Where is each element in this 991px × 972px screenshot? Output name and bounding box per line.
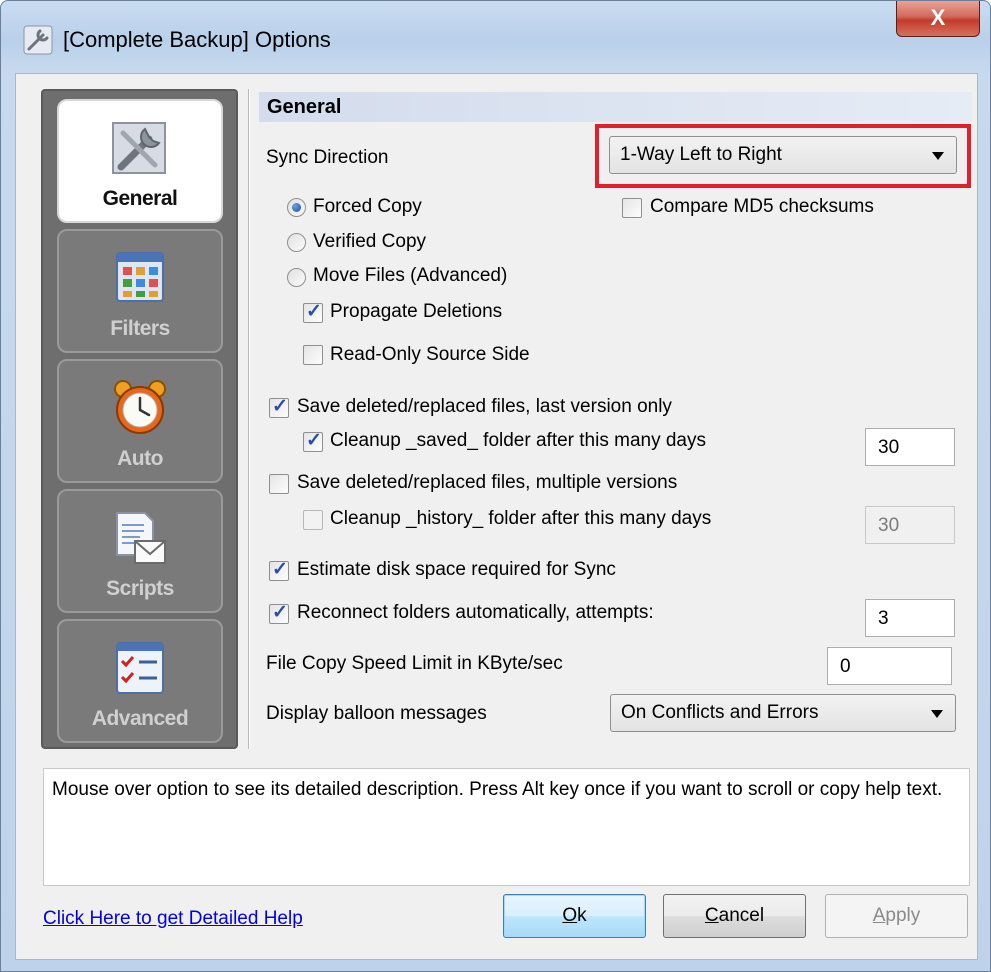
compare-md5-checkbox[interactable] <box>622 198 642 218</box>
reconnect-attempts-input[interactable]: 3 <box>865 599 955 637</box>
nav-item-label: Auto <box>117 447 163 470</box>
nav-item-label: Advanced <box>91 707 189 730</box>
nav-item-label: Scripts <box>106 577 174 600</box>
ok-button[interactable]: Ok <box>503 894 646 938</box>
cancel-label: ancel <box>718 905 765 926</box>
speed-limit-input[interactable]: 0 <box>827 647 952 685</box>
window-title: [Complete Backup] Options <box>63 27 331 52</box>
nav-item-advanced[interactable]: Advanced <box>57 619 223 743</box>
ok-label: k <box>577 905 587 926</box>
nav-divider <box>248 89 250 749</box>
verified-copy-label[interactable]: Verified Copy <box>313 231 426 253</box>
move-files-label[interactable]: Move Files (Advanced) <box>313 265 507 287</box>
chevron-down-icon <box>931 710 943 718</box>
nav-item-auto[interactable]: Auto <box>57 359 223 483</box>
forced-copy-radio[interactable] <box>287 198 306 217</box>
apply-label: pply <box>885 905 921 926</box>
filters-grid-icon <box>116 252 164 302</box>
propagate-deletions-checkbox[interactable] <box>303 300 323 323</box>
checklist-icon <box>116 642 164 694</box>
save-last-version-checkbox[interactable] <box>269 395 289 418</box>
cancel-mnemonic: C <box>704 905 719 926</box>
speed-limit-label: File Copy Speed Limit in KByte/sec <box>266 653 563 674</box>
cleanup-history-label[interactable]: Cleanup _history_ folder after this many… <box>330 508 711 530</box>
propagate-deletions-label[interactable]: Propagate Deletions <box>330 301 502 323</box>
cleanup-history-checkbox[interactable] <box>303 510 323 530</box>
close-button[interactable]: X <box>896 1 980 37</box>
cancel-button[interactable]: Cancel <box>663 894 806 938</box>
cleanup-saved-checkbox[interactable] <box>303 429 323 452</box>
apply-mnemonic: A <box>872 905 886 926</box>
balloon-messages-value: On Conflicts and Errors <box>621 702 819 723</box>
cleanup-saved-label[interactable]: Cleanup _saved_ folder after this many d… <box>330 430 706 452</box>
category-nav: General Filters Auto Scripts Advanced <box>41 89 238 749</box>
balloon-messages-label: Display balloon messages <box>266 703 487 724</box>
nav-item-general[interactable]: General <box>57 99 223 223</box>
nav-item-label: General <box>102 187 178 210</box>
section-header-general: General <box>259 92 972 122</box>
save-multiple-versions-checkbox[interactable] <box>269 474 289 494</box>
estimate-disk-space-checkbox[interactable] <box>269 558 289 581</box>
tools-icon <box>112 122 166 174</box>
nav-item-filters[interactable]: Filters <box>57 229 223 353</box>
tools-icon <box>23 25 53 55</box>
sync-direction-dropdown[interactable]: 1-Way Left to Right <box>609 136 957 174</box>
options-window: [Complete Backup] Options X General Filt… <box>0 0 991 972</box>
forced-copy-label[interactable]: Forced Copy <box>313 196 422 218</box>
apply-button[interactable]: Apply <box>825 894 968 938</box>
ok-mnemonic: O <box>562 905 578 926</box>
sync-direction-value: 1-Way Left to Right <box>620 144 782 165</box>
read-only-source-label[interactable]: Read-Only Source Side <box>330 344 530 366</box>
save-last-version-label[interactable]: Save deleted/replaced files, last versio… <box>297 396 672 418</box>
nav-item-scripts[interactable]: Scripts <box>57 489 223 613</box>
cleanup-saved-days-input[interactable]: 30 <box>865 428 955 466</box>
compare-md5-label[interactable]: Compare MD5 checksums <box>650 196 874 218</box>
nav-item-label: Filters <box>110 317 170 340</box>
save-multiple-versions-label[interactable]: Save deleted/replaced files, multiple ve… <box>297 472 677 494</box>
detailed-help-link[interactable]: Click Here to get Detailed Help <box>43 908 303 930</box>
dialog-client-area: General Filters Auto Scripts Advanced Ge… <box>15 73 978 960</box>
help-description[interactable]: Mouse over option to see its detailed de… <box>43 768 970 886</box>
cleanup-history-days-input[interactable]: 30 <box>865 506 955 544</box>
read-only-source-checkbox[interactable] <box>303 345 323 365</box>
balloon-messages-dropdown[interactable]: On Conflicts and Errors <box>610 694 956 732</box>
move-files-radio[interactable] <box>287 268 306 287</box>
estimate-disk-space-label[interactable]: Estimate disk space required for Sync <box>297 559 616 581</box>
chevron-down-icon <box>932 152 944 160</box>
script-mail-icon <box>116 512 166 564</box>
alarm-clock-icon <box>114 380 166 434</box>
verified-copy-radio[interactable] <box>287 233 306 252</box>
reconnect-folders-label[interactable]: Reconnect folders automatically, attempt… <box>297 602 654 624</box>
sync-direction-label: Sync Direction <box>266 147 389 168</box>
reconnect-folders-checkbox[interactable] <box>269 601 289 624</box>
title-bar[interactable]: [Complete Backup] Options X <box>1 1 990 73</box>
